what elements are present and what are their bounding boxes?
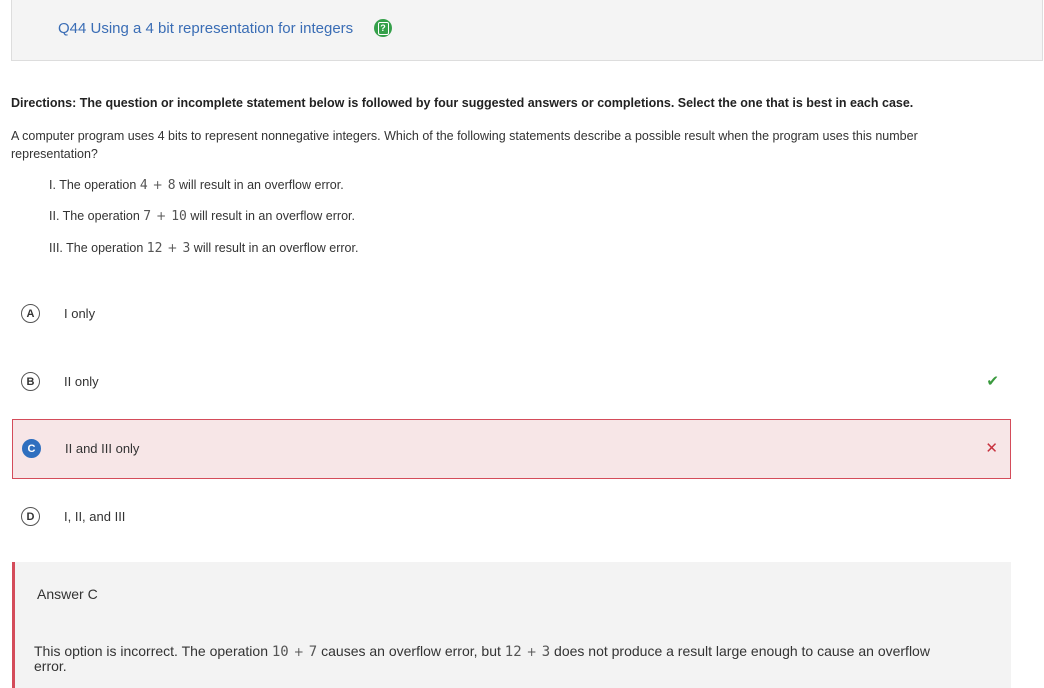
choice-b-text: II only [64, 374, 99, 389]
statement-2-operand-b: 10 [171, 209, 187, 224]
choice-d-letter[interactable]: D [21, 507, 40, 526]
explanation-code-2-a: 12 [504, 644, 522, 660]
close-x-icon: ✕ [985, 440, 998, 457]
statement-3-operand-a: 12 [146, 241, 163, 256]
statement-2-operand-a: 7 [143, 209, 152, 224]
answer-explanation-panel: Answer C This option is incorrect. The o… [12, 562, 1011, 688]
answer-title: Answer C [37, 586, 98, 602]
directions-text: Directions: The question or incomplete s… [11, 96, 914, 110]
statement-1-operand-a: 4 [139, 178, 148, 193]
statement-1-suffix: will result in an overflow error. [179, 178, 344, 192]
question-stem: A computer program uses 4 bits to repres… [11, 129, 918, 161]
statement-2-suffix: will result in an overflow error. [190, 209, 355, 223]
choice-c-letter[interactable]: C [22, 439, 41, 458]
statement-1-operand-b: 8 [167, 178, 176, 193]
statement-3: III. The operation 12 +3 will result in a… [49, 241, 358, 256]
explanation-code-2-op: + [526, 645, 537, 659]
explanation-part-2: causes an overflow error, but [321, 643, 501, 659]
choice-b-letter[interactable]: B [21, 372, 40, 391]
statement-2-prefix: II. The operation [49, 209, 140, 223]
explanation-code-2-b: 3 [541, 644, 551, 660]
checkmark-icon: ✔ [986, 373, 999, 390]
statement-1-prefix: I. The operation [49, 178, 137, 192]
statement-2: II. The operation 7 +10 will result in an… [49, 209, 355, 224]
explanation-code-1-a: 10 [271, 644, 289, 660]
answer-explanation: This option is incorrect. The operation … [34, 644, 964, 673]
statement-3-prefix: III. The operation [49, 241, 144, 255]
explanation-code-1-b: 7 [308, 644, 318, 660]
question-mark-icon[interactable]: ? [374, 19, 392, 37]
statement-2-operator: + [156, 209, 167, 223]
choice-a-text: I only [64, 306, 96, 321]
choice-b[interactable]: B II only ✔ [12, 352, 1011, 412]
choice-c-text: II and III only [65, 441, 140, 456]
choice-d-text: I, II, and III [64, 509, 126, 524]
question-title: Q44 Using a 4 bit representation for int… [58, 20, 354, 37]
statement-1: I. The operation 4 +8 will result in an o… [49, 178, 344, 193]
choice-a-letter[interactable]: A [21, 304, 40, 323]
choice-d[interactable]: D I, II, and III [12, 487, 1011, 547]
question-header: Q44 Using a 4 bit representation for int… [11, 0, 1043, 61]
choice-c[interactable]: C II and III only ✕ [12, 419, 1011, 479]
statement-3-operand-b: 3 [182, 241, 191, 256]
choice-a[interactable]: A I only [12, 284, 1011, 344]
explanation-code-1-op: + [293, 645, 304, 659]
explanation-part-1: This option is incorrect. The operation [34, 643, 268, 659]
statement-3-operator: + [167, 241, 178, 255]
question-page: Q44 Using a 4 bit representation for int… [0, 0, 1044, 688]
statement-1-operator: + [152, 178, 163, 192]
statement-3-suffix: will result in an overflow error. [193, 241, 359, 255]
